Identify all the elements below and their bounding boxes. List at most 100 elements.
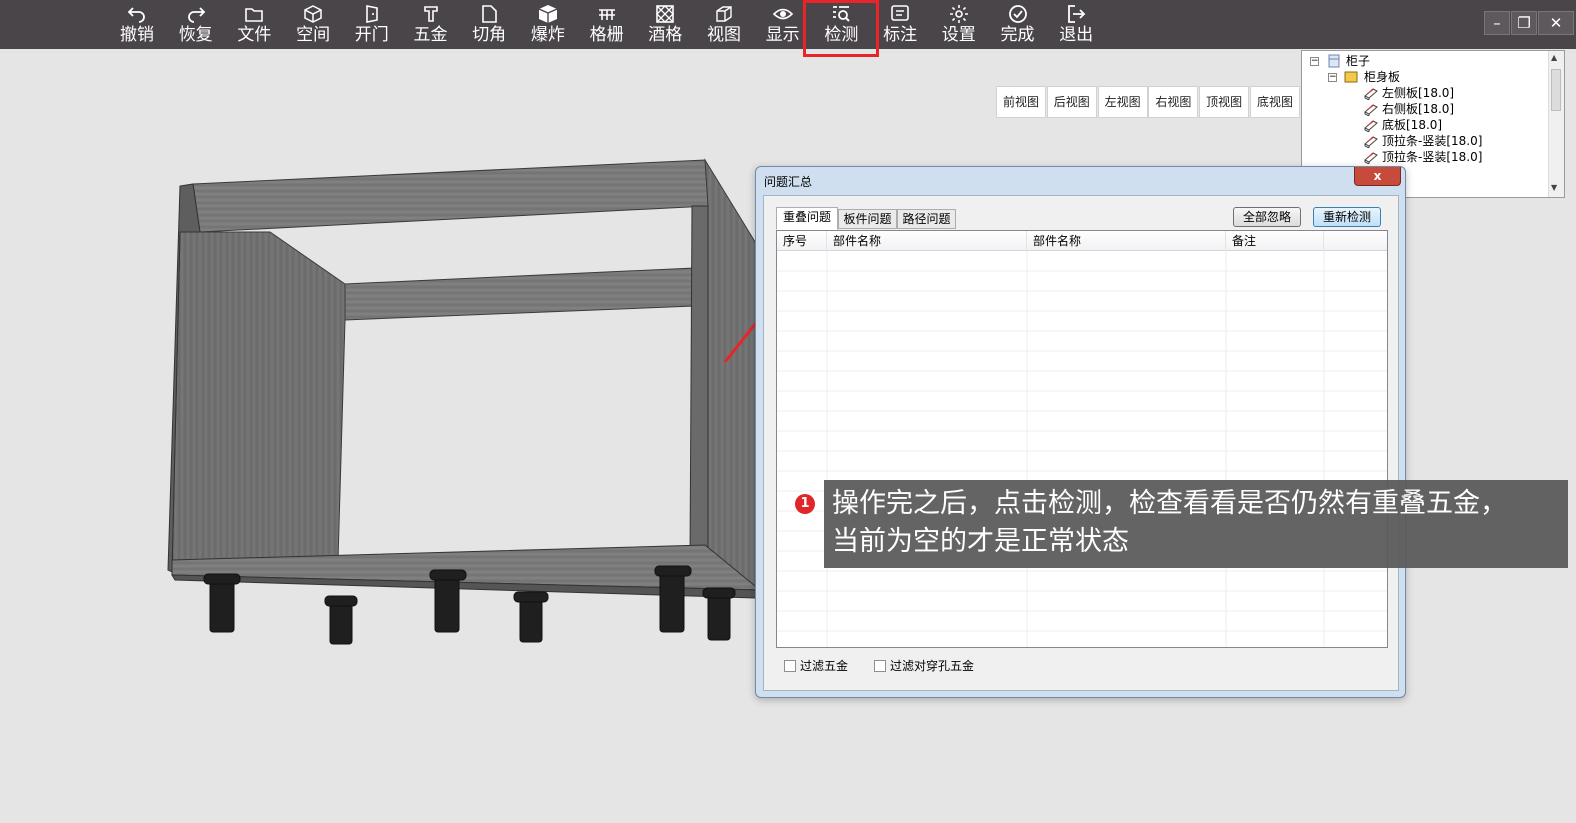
toolbar-finish-button[interactable]: 完成 xyxy=(989,0,1047,49)
wine-rack-icon xyxy=(656,5,675,23)
view-button-2[interactable]: 左视图 xyxy=(1097,86,1148,118)
close-window-button[interactable]: ✕ xyxy=(1538,11,1574,35)
close-icon: ✕ xyxy=(1549,14,1563,32)
tree-root-label: 柜子 xyxy=(1346,54,1371,68)
board-icon xyxy=(1364,152,1378,164)
panel-group-icon xyxy=(1344,71,1358,83)
tree-item-label: 左侧板[18.0] xyxy=(1382,86,1455,100)
tree-item-label: 右侧板[18.0] xyxy=(1382,102,1455,116)
hardware-icon xyxy=(423,6,438,22)
scroll-up-icon[interactable]: ▲ xyxy=(1551,53,1557,62)
annotate-icon xyxy=(891,5,909,21)
exit-icon xyxy=(1068,5,1086,23)
toolbar-button-label: 恢复 xyxy=(178,25,213,45)
toolbar-button-label: 切角 xyxy=(472,25,507,45)
toolbar-space-button[interactable]: 空间 xyxy=(284,0,342,49)
cabinet-node-icon xyxy=(1328,54,1340,68)
folder-icon xyxy=(245,8,264,22)
toolbar-grille-button[interactable]: 格栅 xyxy=(578,0,636,49)
tree-scroll-thumb[interactable] xyxy=(1551,69,1561,111)
close-icon: x xyxy=(1373,169,1382,183)
dialog-body: 重叠问题 板件问题 路径问题 全部忽略 重新检测 序号 部件名称 部件名称 备注 过滤五金… xyxy=(763,195,1399,691)
board-icon xyxy=(1364,88,1378,100)
main-toolbar: 撤销 恢复 文件 空间 开门 五金 切角 爆炸 格栅 酒格 视图 显示 检测 标注 设置 完成 退出 – ❐ ✕ xyxy=(0,0,1576,49)
recheck-button[interactable]: 重新检测 xyxy=(1313,207,1381,227)
toolbar-button-label: 文件 xyxy=(237,25,272,45)
explode-icon xyxy=(538,5,558,23)
toolbar-exit-button[interactable]: 退出 xyxy=(1047,0,1105,49)
collapse-icon[interactable]: − xyxy=(1310,57,1319,66)
tree-item-label: 顶拉条-竖装[18.0] xyxy=(1382,150,1483,164)
scroll-down-icon[interactable]: ▼ xyxy=(1551,183,1557,192)
callout-line-2: 当前为空的才是正常状态 xyxy=(832,526,1129,557)
toolbar-view-button[interactable]: 视图 xyxy=(695,0,753,49)
restore-button[interactable]: ❐ xyxy=(1511,11,1537,35)
toolbar-wine-rack-button[interactable]: 酒格 xyxy=(636,0,694,49)
toolbar-button-label: 完成 xyxy=(1000,25,1035,45)
dialog-title: 问题汇总 xyxy=(764,175,813,189)
column-header[interactable]: 备注 xyxy=(1226,231,1324,251)
toolbar-settings-button[interactable]: 设置 xyxy=(930,0,988,49)
right-side-panel[interactable] xyxy=(704,158,760,596)
restore-icon: ❐ xyxy=(1517,14,1531,32)
front-rail[interactable] xyxy=(344,267,695,321)
minimize-button[interactable]: – xyxy=(1484,11,1510,35)
toolbar-door-button[interactable]: 开门 xyxy=(343,0,401,49)
toolbar-button-label: 退出 xyxy=(1059,25,1094,45)
filter-label: 过滤对穿孔五金 xyxy=(890,659,975,673)
tree-scrollbar[interactable]: ▲ ▼ xyxy=(1548,51,1564,197)
corner-cut-icon xyxy=(482,5,497,23)
tree-item-label: 顶拉条-竖装[18.0] xyxy=(1382,134,1483,148)
door-icon xyxy=(365,5,378,23)
table-body-empty xyxy=(777,251,1387,647)
toolbar-file-button[interactable]: 文件 xyxy=(225,0,283,49)
right-panel-front-edge xyxy=(689,205,709,561)
issue-table[interactable]: 序号 部件名称 部件名称 备注 xyxy=(776,230,1388,648)
view-button-5[interactable]: 底视图 xyxy=(1250,86,1300,118)
checkbox[interactable] xyxy=(784,660,796,672)
toolbar-undo-button[interactable]: 撤销 xyxy=(108,0,166,49)
toolbar-annotate-button[interactable]: 标注 xyxy=(871,0,929,49)
filter-checkbox-1[interactable]: 过滤对穿孔五金 xyxy=(874,658,1014,674)
toolbar-hardware-button[interactable]: 五金 xyxy=(402,0,460,49)
column-header[interactable]: 序号 xyxy=(777,231,827,251)
undo-icon xyxy=(127,7,145,23)
top-rail-back[interactable] xyxy=(192,159,709,233)
toolbar-button-label: 空间 xyxy=(296,25,331,45)
view-button-0[interactable]: 前视图 xyxy=(996,86,1046,118)
cabinet-model[interactable] xyxy=(167,158,760,645)
tree-item-label: 底板[18.0] xyxy=(1382,118,1443,132)
toolbar-chamfer-button[interactable]: 切角 xyxy=(460,0,518,49)
collapse-icon[interactable]: − xyxy=(1328,73,1337,82)
left-side-panel[interactable] xyxy=(171,231,346,573)
redo-icon xyxy=(187,7,205,23)
instruction-callout: 操作完之后，点击检测，检查看看是否仍然有重叠五金， 当前为空的才是正常状态 xyxy=(824,480,1568,568)
column-header[interactable]: 部件名称 xyxy=(827,231,1027,251)
dialog-close-button[interactable]: x xyxy=(1354,167,1401,186)
toolbar-explode-button[interactable]: 爆炸 xyxy=(519,0,577,49)
board-icon xyxy=(1364,120,1378,132)
view-button-3[interactable]: 右视图 xyxy=(1148,86,1199,118)
tab-2[interactable]: 路径问题 xyxy=(897,209,956,229)
ignore-all-button[interactable]: 全部忽略 xyxy=(1233,207,1301,227)
column-header[interactable] xyxy=(1324,231,1387,251)
3d-viewport[interactable] xyxy=(0,50,760,710)
view-button-4[interactable]: 顶视图 xyxy=(1199,86,1250,118)
callout-line-1: 操作完之后，点击检测，检查看看是否仍然有重叠五金， xyxy=(832,488,1507,519)
toolbar-button-label: 标注 xyxy=(883,25,918,45)
detect-highlight-box xyxy=(803,0,879,57)
tab-1[interactable]: 板件问题 xyxy=(838,209,897,229)
toolbar-button-label: 开门 xyxy=(354,25,389,45)
checkbox[interactable] xyxy=(874,660,886,672)
view-icon xyxy=(716,6,732,22)
toolbar-button-label: 爆炸 xyxy=(530,25,565,45)
toolbar-redo-button[interactable]: 恢复 xyxy=(167,0,225,49)
tree-group-label: 柜身板 xyxy=(1364,70,1401,84)
view-button-1[interactable]: 后视图 xyxy=(1046,86,1097,118)
eye-icon xyxy=(772,8,793,20)
grille-icon xyxy=(598,9,615,20)
issue-summary-dialog: 问题汇总 x 重叠问题 板件问题 路径问题 全部忽略 重新检测 序号 部件名称 部件名称… xyxy=(755,166,1406,698)
tab-0[interactable]: 重叠问题 xyxy=(776,207,838,230)
callout-step-badge: 1 xyxy=(795,494,815,514)
column-header[interactable]: 部件名称 xyxy=(1027,231,1226,251)
